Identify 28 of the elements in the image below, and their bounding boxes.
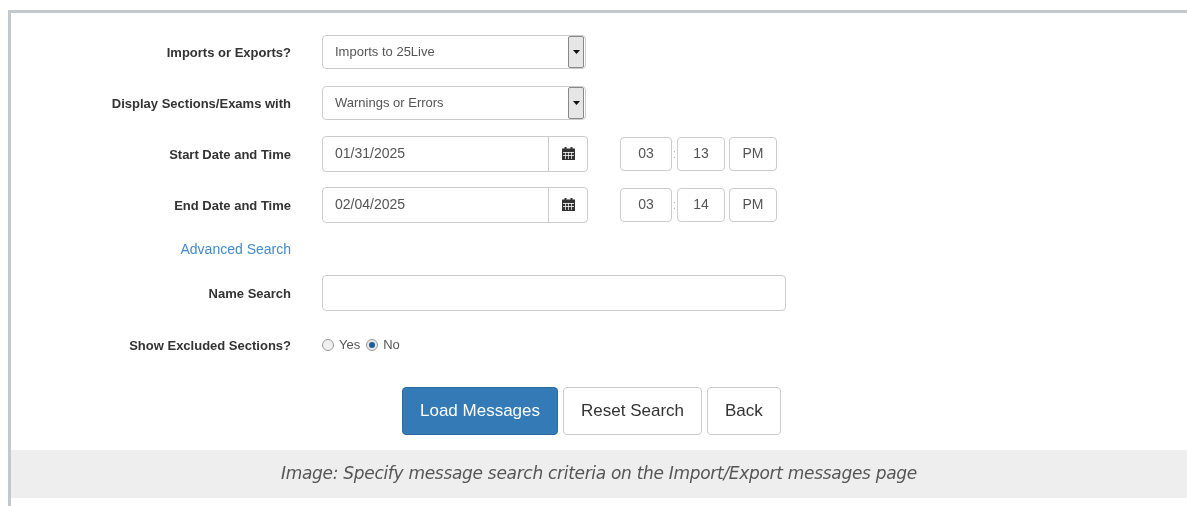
dropdown[interactable]: Warnings or Errors (322, 85, 586, 120)
field-label: Imports or Exports? (166, 44, 291, 60)
dropdown[interactable]: Imports to 25Live (322, 34, 586, 69)
image-caption: Image: Specify message search criteria on the Import/Export messages page (281, 462, 917, 486)
am-pm-toggle[interactable]: PM (729, 187, 777, 222)
hour-field[interactable]: 03 (620, 187, 672, 222)
date-field[interactable]: 01/31/2025 (322, 135, 588, 172)
date-field[interactable]: 02/04/2025 (322, 186, 588, 223)
secondary-button[interactable]: Reset Search (563, 387, 703, 435)
secondary-button[interactable]: Back (707, 387, 781, 435)
radio-option[interactable]: No (366, 334, 400, 355)
calendar-icon (561, 147, 575, 160)
radio-option[interactable]: Yes (322, 334, 361, 355)
calendar-icon (561, 198, 575, 211)
field-label: Display Sections/Exams with (111, 95, 291, 111)
time-separator: : (672, 196, 677, 214)
hour-field[interactable]: 03 (620, 136, 672, 171)
field-label: Show Excluded Sections? (129, 337, 291, 353)
minute-field[interactable]: 13 (677, 136, 725, 171)
field-label: Name Search (208, 286, 291, 301)
minute-field[interactable]: 14 (677, 187, 725, 222)
field-label: Start Date and Time (169, 146, 291, 162)
load-messages-button[interactable]: Load Messages (402, 387, 559, 435)
am-pm-toggle[interactable]: PM (729, 136, 777, 171)
advanced-search-link[interactable]: Advanced Search (180, 241, 291, 257)
time-separator: : (672, 145, 677, 163)
name-search-field[interactable] (322, 275, 786, 311)
field-label: End Date and Time (174, 197, 291, 213)
